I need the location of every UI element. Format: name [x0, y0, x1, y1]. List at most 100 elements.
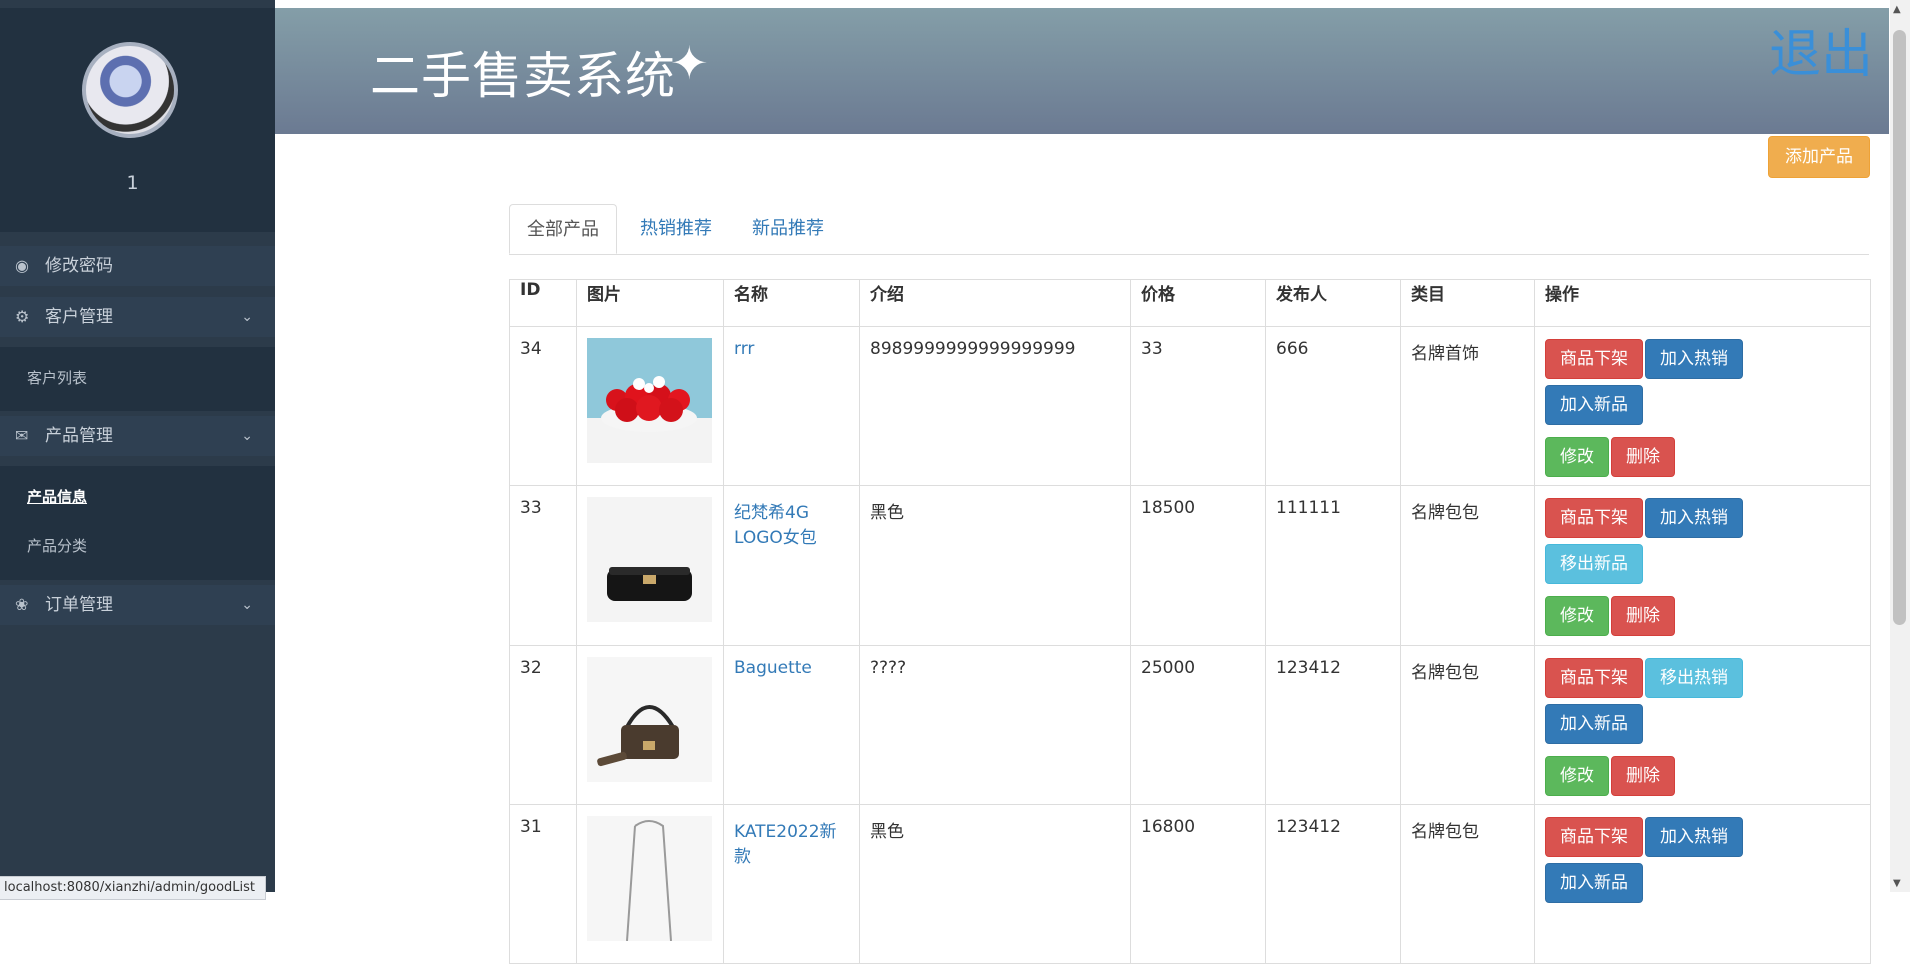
delist-button[interactable]: 商品下架	[1545, 658, 1643, 698]
column-header: 名称	[723, 279, 860, 327]
add-new-button[interactable]: 加入新品	[1545, 385, 1643, 425]
delist-button[interactable]: 商品下架	[1545, 498, 1643, 538]
cell-actions: 商品下架 加入热销移出新品 修改 删除	[1534, 485, 1871, 646]
cell-actions: 商品下架 加入热销加入新品 修改 删除	[1534, 326, 1871, 486]
sidebar-profile: 1	[0, 8, 275, 232]
remove-hot-button[interactable]: 移出热销	[1645, 658, 1743, 698]
cell-publisher: 111111	[1265, 485, 1401, 646]
edit-button[interactable]: 修改	[1545, 596, 1609, 636]
cell-category: 名牌包包	[1400, 645, 1535, 805]
cell-id: 34	[509, 326, 577, 486]
gears-icon: ⚙	[15, 307, 30, 326]
product-name-link[interactable]: KATE2022新款	[734, 822, 837, 867]
product-name-link[interactable]: rrr	[734, 339, 754, 359]
bug-icon: ❀	[15, 595, 29, 614]
add-product-button[interactable]: 添加产品	[1768, 136, 1870, 178]
product-name-link[interactable]: 纪梵希4G LOGO女包	[734, 503, 817, 548]
cell-price: 18500	[1130, 485, 1266, 646]
sidebar: 1 ◉ 修改密码 ⚙ 客户管理 ⌄ 客户列表 ✉ 产品管理 ⌄ 产品信息 产品分…	[0, 0, 275, 892]
product-image	[587, 338, 712, 463]
table-row: 31 KATE2022新款 黑色 16800 123412 名牌包包 商品下架加…	[509, 804, 1871, 964]
table-header-row: ID 图片 名称 介绍 价格 发布人 类目 操作	[509, 279, 1871, 327]
table-row: 33 纪梵希4G LOGO女包 黑色 18500 111111 名牌包包 商品下…	[509, 485, 1871, 646]
product-image	[587, 816, 712, 941]
scroll-up-arrow-icon[interactable]: ▲	[1893, 4, 1901, 15]
edit-button[interactable]: 修改	[1545, 756, 1609, 796]
cell-category: 名牌首饰	[1400, 326, 1535, 486]
column-header: 价格	[1130, 279, 1266, 327]
username: 1	[126, 172, 139, 194]
column-header: 类目	[1400, 279, 1535, 327]
sidebar-item-customer-list[interactable]: 客户列表	[27, 367, 87, 388]
delete-button[interactable]: 删除	[1611, 596, 1675, 636]
remove-new-button[interactable]: 移出新品	[1545, 544, 1643, 584]
cell-actions: 商品下架 加入热销加入新品	[1534, 804, 1871, 964]
submenu-customer: 客户列表	[0, 347, 275, 411]
cell-id: 31	[509, 804, 577, 964]
chevron-down-icon: ⌄	[241, 428, 253, 444]
product-name-link[interactable]: Baguette	[734, 658, 812, 678]
column-header: 介绍	[859, 279, 1131, 327]
product-image	[587, 497, 712, 622]
column-header: ID	[509, 279, 577, 327]
cell-name: rrr	[723, 326, 860, 486]
cell-price: 33	[1130, 326, 1266, 486]
tab-hot-recommend[interactable]: 热销推荐	[640, 204, 712, 254]
product-table-wrap: ID 图片 名称 介绍 价格 发布人 类目 操作 34 rrr 89899999…	[509, 279, 1871, 964]
cell-image	[576, 485, 724, 646]
cell-publisher: 123412	[1265, 645, 1401, 805]
page-title: 二手售卖系统	[370, 47, 676, 105]
cell-price: 25000	[1130, 645, 1266, 805]
delist-button[interactable]: 商品下架	[1545, 339, 1643, 379]
cell-intro: 8989999999999999999	[859, 326, 1131, 486]
comments-icon: ✉	[15, 426, 29, 445]
cell-category: 名牌包包	[1400, 485, 1535, 646]
scroll-down-arrow-icon[interactable]: ▼	[1893, 878, 1901, 889]
sidebar-item-order-management[interactable]: ❀ 订单管理 ⌄	[0, 585, 275, 625]
add-new-button[interactable]: 加入新品	[1545, 704, 1643, 744]
delete-button[interactable]: 删除	[1611, 437, 1675, 477]
column-header: 发布人	[1265, 279, 1401, 327]
edit-button[interactable]: 修改	[1545, 437, 1609, 477]
cell-actions: 商品下架 移出热销加入新品 修改 删除	[1534, 645, 1871, 805]
product-table: ID 图片 名称 介绍 价格 发布人 类目 操作 34 rrr 89899999…	[509, 279, 1871, 964]
cell-publisher: 666	[1265, 326, 1401, 486]
cell-publisher: 123412	[1265, 804, 1401, 964]
product-image	[587, 657, 712, 782]
cell-image	[576, 326, 724, 486]
sidebar-item-label: 修改密码	[45, 256, 113, 276]
header: 二手售卖系统 ✦	[275, 8, 1889, 134]
product-tabs: 全部产品 热销推荐 新品推荐	[509, 204, 1869, 255]
table-row: 32 Baguette ???? 25000 123412 名牌包包 商品下架 …	[509, 645, 1871, 805]
add-hot-button[interactable]: 加入热销	[1645, 817, 1743, 857]
avatar	[82, 42, 178, 138]
sidebar-item-label: 客户管理	[45, 307, 113, 327]
cell-category: 名牌包包	[1400, 804, 1535, 964]
sidebar-item-label: 产品管理	[45, 426, 113, 446]
sidebar-item-customer-management[interactable]: ⚙ 客户管理 ⌄	[0, 297, 275, 337]
cell-name: KATE2022新款	[723, 804, 860, 964]
tab-new-recommend[interactable]: 新品推荐	[752, 204, 824, 254]
tab-all-products[interactable]: 全部产品	[509, 204, 617, 254]
column-header: 图片	[576, 279, 724, 327]
cell-id: 33	[509, 485, 577, 646]
delete-button[interactable]: 删除	[1611, 756, 1675, 796]
sidebar-item-product-info[interactable]: 产品信息	[27, 486, 87, 507]
cell-intro: 黑色	[859, 485, 1131, 646]
status-bar-url: localhost:8080/xianzhi/admin/goodList	[0, 876, 267, 900]
cell-name: Baguette	[723, 645, 860, 805]
chevron-down-icon: ⌄	[241, 597, 253, 613]
logout-link[interactable]: 退出	[1769, 12, 1873, 87]
delist-button[interactable]: 商品下架	[1545, 817, 1643, 857]
dashboard-icon: ◉	[15, 256, 29, 275]
sidebar-item-product-management[interactable]: ✉ 产品管理 ⌄	[0, 416, 275, 456]
cell-price: 16800	[1130, 804, 1266, 964]
magic-wand-icon: ✦	[670, 36, 709, 90]
sidebar-item-change-password[interactable]: ◉ 修改密码	[0, 246, 275, 286]
sidebar-item-label: 订单管理	[45, 595, 113, 615]
add-hot-button[interactable]: 加入热销	[1645, 339, 1743, 379]
scrollbar-thumb[interactable]	[1893, 30, 1906, 625]
add-hot-button[interactable]: 加入热销	[1645, 498, 1743, 538]
add-new-button[interactable]: 加入新品	[1545, 863, 1643, 903]
sidebar-item-product-category[interactable]: 产品分类	[27, 535, 87, 556]
